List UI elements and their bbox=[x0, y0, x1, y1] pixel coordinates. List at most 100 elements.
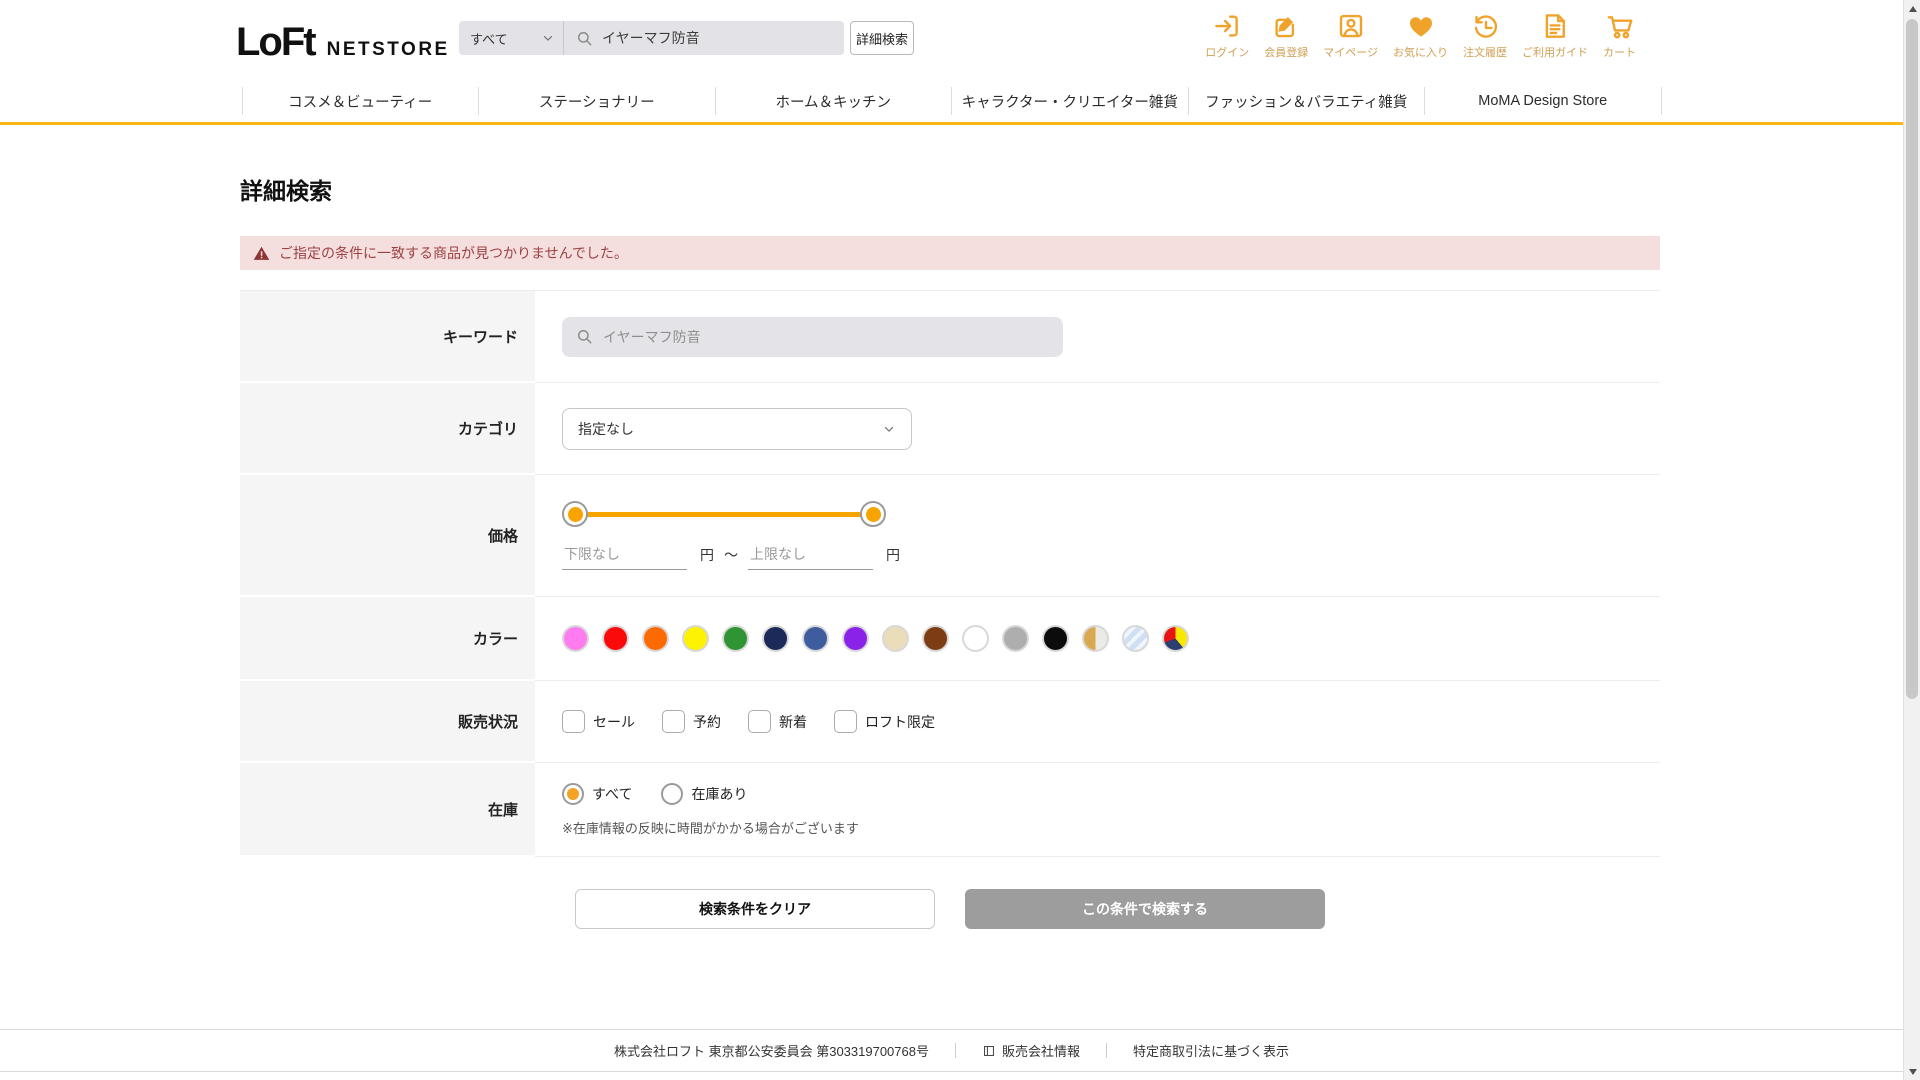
checkbox-icon[interactable] bbox=[562, 710, 585, 733]
category-select[interactable]: 指定なし bbox=[562, 408, 912, 450]
login-icon bbox=[1212, 11, 1242, 41]
scrollbar-up-arrow[interactable] bbox=[1904, 0, 1920, 17]
header-icon-cart[interactable]: カート bbox=[1603, 11, 1636, 60]
footer-item-1[interactable]: 販売会社情報 bbox=[982, 1041, 1080, 1060]
color-swatch-multicolor[interactable] bbox=[1162, 625, 1189, 652]
header-icon-guide[interactable]: ご利用ガイド bbox=[1522, 11, 1588, 60]
header-icon-label: ご利用ガイド bbox=[1522, 44, 1588, 60]
nav-item-2[interactable]: ホーム＆キッチン bbox=[715, 87, 952, 115]
header-icon-favorite[interactable]: お気に入り bbox=[1393, 11, 1448, 60]
footer-item-2[interactable]: 特定商取引法に基づく表示 bbox=[1133, 1041, 1289, 1060]
nav-item-0[interactable]: コスメ＆ビューティー bbox=[242, 87, 479, 115]
no-results-banner: ご指定の条件に一致する商品が見つかりませんでした。 bbox=[240, 236, 1660, 270]
checkbox-icon[interactable] bbox=[662, 710, 685, 733]
header-icon-list: ログイン 会員登録 マイページ お気に入り 注文履歴 ご利用ガイド カート bbox=[1205, 11, 1636, 60]
radio-label: 在庫あり bbox=[691, 784, 747, 804]
category-label: カテゴリ bbox=[240, 383, 535, 473]
sales-checkbox-1[interactable]: 予約 bbox=[662, 710, 721, 733]
color-swatch-white[interactable] bbox=[962, 625, 989, 652]
category-value: 指定なし bbox=[578, 419, 634, 439]
color-label: カラー bbox=[240, 597, 535, 679]
footer-item-text: 特定商取引法に基づく表示 bbox=[1133, 1041, 1289, 1060]
form-row-keyword: キーワード イヤーマフ防音 bbox=[240, 291, 1660, 383]
color-swatch-clear[interactable] bbox=[1122, 625, 1149, 652]
checkbox-icon[interactable] bbox=[748, 710, 771, 733]
vertical-scrollbar[interactable] bbox=[1903, 0, 1920, 1080]
nav-item-5[interactable]: MoMA Design Store bbox=[1424, 87, 1662, 115]
stock-radio-1[interactable]: 在庫あり bbox=[661, 783, 747, 805]
form-row-color: カラー bbox=[240, 597, 1660, 681]
color-swatch-beige[interactable] bbox=[882, 625, 909, 652]
keyword-input[interactable]: イヤーマフ防音 bbox=[562, 317, 1063, 357]
price-tilde: ～ bbox=[724, 545, 738, 570]
form-row-stock: 在庫 すべて 在庫あり ※在庫情報の反映に時間がかかる場合がございます bbox=[240, 763, 1660, 857]
color-swatch-purple[interactable] bbox=[842, 625, 869, 652]
nav-item-3[interactable]: キャラクター・クリエイター雑貨 bbox=[951, 87, 1188, 115]
mypage-icon bbox=[1336, 11, 1366, 41]
submit-search-button[interactable]: この条件で検索する bbox=[965, 889, 1325, 929]
cart-icon bbox=[1605, 11, 1635, 41]
color-swatch-brown[interactable] bbox=[922, 625, 949, 652]
footer-item-text: 販売会社情報 bbox=[1002, 1041, 1080, 1060]
search-icon bbox=[576, 30, 593, 47]
color-swatch-blue[interactable] bbox=[802, 625, 829, 652]
sales-checkbox-3[interactable]: ロフト限定 bbox=[834, 710, 935, 733]
loft-logo[interactable]: LoFt NETSTORE bbox=[236, 22, 450, 62]
stock-radio-0[interactable]: すべて bbox=[562, 783, 632, 805]
chevron-down-icon bbox=[541, 31, 555, 45]
keyword-value: イヤーマフ防音 bbox=[603, 327, 701, 347]
price-range-slider bbox=[562, 501, 886, 527]
clear-conditions-button[interactable]: 検索条件をクリア bbox=[575, 889, 935, 929]
color-swatch-yellow[interactable] bbox=[682, 625, 709, 652]
form-row-sales-status: 販売状況 セール 予約 新着 ロフト限定 bbox=[240, 681, 1660, 763]
header-icon-label: 注文履歴 bbox=[1463, 44, 1507, 60]
header-icon-mypage[interactable]: マイページ bbox=[1323, 11, 1378, 60]
header-icon-register[interactable]: 会員登録 bbox=[1264, 11, 1308, 60]
color-swatch-gray[interactable] bbox=[1002, 625, 1029, 652]
color-swatch-green[interactable] bbox=[722, 625, 749, 652]
no-results-text: ご指定の条件に一致する商品が見つかりませんでした。 bbox=[279, 243, 628, 263]
search-category-value: すべて bbox=[470, 29, 508, 48]
color-swatch-list bbox=[562, 625, 1189, 652]
nav-item-1[interactable]: ステーショナリー bbox=[478, 87, 715, 115]
color-swatch-pink[interactable] bbox=[562, 625, 589, 652]
favorite-icon bbox=[1406, 11, 1436, 41]
header-icon-label: ログイン bbox=[1205, 44, 1249, 60]
stock-label: 在庫 bbox=[240, 763, 535, 855]
header-search-input[interactable]: イヤーマフ防音 bbox=[564, 21, 844, 55]
nav-item-4[interactable]: ファッション＆バラエティ雑貨 bbox=[1188, 87, 1425, 115]
radio-label: すべて bbox=[592, 784, 632, 804]
company-info-icon bbox=[982, 1044, 996, 1058]
scrollbar-down-arrow[interactable] bbox=[1904, 1063, 1920, 1080]
search-form: キーワード イヤーマフ防音 カテゴリ 指定なし bbox=[240, 290, 1660, 857]
color-swatch-orange[interactable] bbox=[642, 625, 669, 652]
header-icon-history[interactable]: 注文履歴 bbox=[1463, 11, 1507, 60]
sales-checkbox-0[interactable]: セール bbox=[562, 710, 635, 733]
header-icon-label: マイページ bbox=[1323, 44, 1378, 60]
sales-checkbox-2[interactable]: 新着 bbox=[748, 710, 807, 733]
logo-loft-text: LoFt bbox=[236, 22, 315, 62]
price-slider-handle-min[interactable] bbox=[562, 501, 588, 527]
radio-icon[interactable] bbox=[661, 783, 683, 805]
header-icon-label: カート bbox=[1603, 44, 1636, 60]
color-swatch-black[interactable] bbox=[1042, 625, 1069, 652]
footer-item-0: 株式会社ロフト 東京都公安委員会 第303319700768号 bbox=[614, 1041, 929, 1060]
radio-icon[interactable] bbox=[562, 783, 584, 805]
header-icon-label: お気に入り bbox=[1393, 44, 1448, 60]
scrollbar-thumb[interactable] bbox=[1906, 19, 1918, 699]
checkbox-icon[interactable] bbox=[834, 710, 857, 733]
search-category-dropdown[interactable]: すべて bbox=[459, 21, 564, 55]
history-icon bbox=[1470, 11, 1500, 41]
color-swatch-navy[interactable] bbox=[762, 625, 789, 652]
page-title: 詳細検索 bbox=[240, 178, 1660, 205]
price-max-input[interactable] bbox=[748, 544, 873, 570]
header: LoFt NETSTORE すべて イヤーマフ防音 詳細検索 ログイン 会員登録… bbox=[0, 0, 1903, 80]
color-swatch-gold-silver[interactable] bbox=[1082, 625, 1109, 652]
price-min-input[interactable] bbox=[562, 544, 687, 570]
color-swatch-red[interactable] bbox=[602, 625, 629, 652]
price-slider-handle-max[interactable] bbox=[860, 501, 886, 527]
detail-search-button[interactable]: 詳細検索 bbox=[850, 21, 914, 55]
header-icon-login[interactable]: ログイン bbox=[1205, 11, 1249, 60]
warning-icon bbox=[253, 245, 270, 262]
footer-separator bbox=[1106, 1043, 1107, 1058]
